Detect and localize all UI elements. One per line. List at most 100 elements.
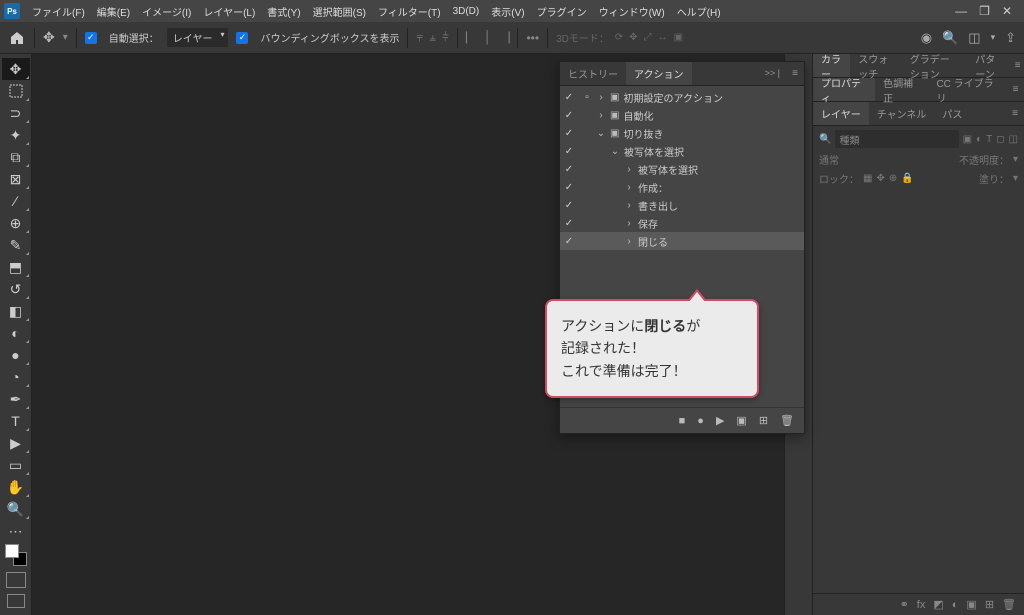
stop-button[interactable]: ■ — [679, 415, 686, 427]
tab-cclib[interactable]: CC ライブラリ — [928, 78, 1007, 101]
layer-style-icon[interactable]: fx — [917, 599, 926, 611]
chevron-down-icon[interactable]: ▾ — [991, 32, 996, 43]
trash-button[interactable]: 🗑 — [780, 414, 794, 427]
lock-position-icon[interactable]: ✥ — [876, 173, 884, 184]
tab-actions[interactable]: アクション — [626, 62, 692, 85]
tab-channels[interactable]: チャンネル — [869, 102, 935, 125]
menu-3d[interactable]: 3D(D) — [447, 6, 486, 17]
align-buttons[interactable]: ⫧ ⫨ ⫩ — [416, 30, 448, 45]
align-hcenter-icon[interactable]: │ — [484, 30, 492, 45]
eyedropper-tool[interactable]: ∕ — [2, 190, 30, 212]
cloud-docs-icon[interactable]: 🔍 — [942, 30, 958, 46]
align-right-icon[interactable]: ⎹ — [497, 30, 509, 45]
tab-history[interactable]: ヒストリー — [560, 62, 626, 85]
menu-window[interactable]: ウィンドウ(W) — [593, 4, 671, 19]
search-icon[interactable]: ◉ — [921, 30, 932, 46]
action-row[interactable]: ✓›閉じる — [560, 232, 804, 250]
canvas-area[interactable]: ヒストリー アクション >> | ≡ ✓▫›▣初期設定のアクション ✓›▣自動化… — [32, 54, 784, 615]
lock-all-icon[interactable]: 🔒 — [901, 173, 913, 184]
menu-view[interactable]: 表示(V) — [485, 4, 530, 19]
zoom-tool[interactable]: 🔍 — [2, 498, 30, 520]
panel-menu-icon[interactable]: ≡ — [792, 68, 798, 79]
blur-tool[interactable]: ● — [2, 344, 30, 366]
path-select-tool[interactable]: ▶ — [2, 432, 30, 454]
menu-file[interactable]: ファイル(F) — [26, 4, 91, 19]
menu-image[interactable]: イメージ(I) — [136, 4, 197, 19]
new-set-button[interactable]: ▣ — [736, 414, 746, 427]
crop-tool[interactable]: ⧉ — [2, 146, 30, 168]
distribute-buttons[interactable]: ⎸ │ ⎹ — [466, 30, 510, 45]
color-swatches[interactable] — [5, 544, 27, 566]
hand-tool[interactable]: ✋ — [2, 476, 30, 498]
menu-filter[interactable]: フィルター(T) — [372, 4, 447, 19]
type-tool[interactable]: T — [2, 410, 30, 432]
pen-tool[interactable]: ✒ — [2, 388, 30, 410]
filter-smart-icon[interactable]: ◫ — [1009, 134, 1018, 145]
home-button[interactable] — [8, 29, 26, 47]
lock-artboard-icon[interactable]: ⊕ — [889, 173, 897, 184]
tab-layers[interactable]: レイヤー — [813, 102, 869, 125]
eraser-tool[interactable]: ◧ — [2, 300, 30, 322]
search-icon[interactable]: 🔍 — [819, 134, 831, 145]
move-tool[interactable]: ✥ — [2, 58, 30, 80]
gradient-tool[interactable]: ◐ — [2, 322, 30, 344]
edit-toolbar[interactable]: ⋯ — [2, 520, 30, 542]
layer-filter-dropdown[interactable]: 種類 — [835, 130, 958, 148]
fill-value[interactable]: ▾ — [1013, 173, 1018, 184]
panel-collapse-button[interactable]: >> | — [765, 68, 780, 78]
new-layer-icon[interactable]: ⊞ — [985, 598, 994, 611]
action-row[interactable]: ✓▫›▣初期設定のアクション — [560, 88, 804, 106]
filter-type-icon[interactable]: T — [986, 134, 992, 145]
window-close-button[interactable]: ✕ — [1002, 4, 1012, 18]
action-row[interactable]: ✓›被写体を選択 — [560, 160, 804, 178]
share-icon[interactable]: ⇪ — [1005, 30, 1016, 46]
filter-img-icon[interactable]: ▣ — [963, 134, 972, 145]
menu-edit[interactable]: 編集(E) — [91, 4, 136, 19]
menu-select[interactable]: 選択範囲(S) — [307, 4, 372, 19]
action-row[interactable]: ✓›作成： — [560, 178, 804, 196]
tab-properties[interactable]: プロパティ — [813, 78, 875, 101]
play-button[interactable]: ▶ — [716, 414, 724, 427]
blend-mode-dropdown[interactable]: 通常 — [819, 152, 839, 167]
action-row[interactable]: ✓›保存 — [560, 214, 804, 232]
workspace-icon[interactable]: ◫ — [968, 30, 980, 46]
brush-tool[interactable]: ✎ — [2, 234, 30, 256]
panel-menu-icon[interactable]: ≡ — [1006, 102, 1024, 125]
opacity-value[interactable]: ▾ — [1013, 154, 1018, 165]
window-minimize-button[interactable]: — — [955, 4, 967, 18]
align-bottom-icon[interactable]: ⫩ — [442, 30, 449, 45]
frame-tool[interactable]: ⊠ — [2, 168, 30, 190]
lasso-tool[interactable]: ⊃ — [2, 102, 30, 124]
align-left-icon[interactable]: ⎸ — [466, 30, 478, 45]
dodge-tool[interactable]: ◔ — [2, 366, 30, 388]
filter-adj-icon[interactable]: ◐ — [976, 134, 982, 145]
auto-select-target-dropdown[interactable]: レイヤー — [167, 28, 229, 47]
group-icon[interactable]: ▣ — [966, 598, 976, 611]
action-row[interactable]: ✓›書き出し — [560, 196, 804, 214]
quick-mask-toggle[interactable] — [6, 572, 26, 588]
adjustment-layer-icon[interactable]: ◐ — [952, 599, 959, 611]
action-row[interactable]: ✓⌄被写体を選択 — [560, 142, 804, 160]
panel-menu-icon[interactable]: ≡ — [1011, 54, 1024, 77]
action-row[interactable]: ✓⌄▣切り抜き — [560, 124, 804, 142]
menu-type[interactable]: 書式(Y) — [261, 4, 306, 19]
new-action-button[interactable]: ⊞ — [759, 414, 768, 427]
lock-pixels-icon[interactable]: ▦ — [863, 173, 872, 184]
menu-plugin[interactable]: プラグイン — [531, 4, 593, 19]
history-brush-tool[interactable]: ↺ — [2, 278, 30, 300]
shape-tool[interactable]: ▭ — [2, 454, 30, 476]
window-restore-button[interactable]: ❐ — [979, 4, 990, 18]
screen-mode-toggle[interactable] — [7, 594, 25, 608]
filter-shape-icon[interactable]: ◻ — [996, 134, 1004, 145]
tab-paths[interactable]: パス — [934, 102, 970, 125]
quick-select-tool[interactable]: ✦ — [2, 124, 30, 146]
tab-adjust[interactable]: 色調補正 — [875, 78, 928, 101]
align-vcenter-icon[interactable]: ⫨ — [429, 30, 436, 45]
menu-help[interactable]: ヘルプ(H) — [671, 4, 727, 19]
align-top-icon[interactable]: ⫧ — [416, 30, 423, 45]
layer-mask-icon[interactable]: ◩ — [933, 598, 943, 611]
menu-layer[interactable]: レイヤー(L) — [197, 4, 261, 19]
marquee-tool[interactable] — [2, 80, 30, 102]
link-layers-icon[interactable]: ⚭ — [900, 598, 909, 611]
clone-stamp-tool[interactable]: ⬒ — [2, 256, 30, 278]
